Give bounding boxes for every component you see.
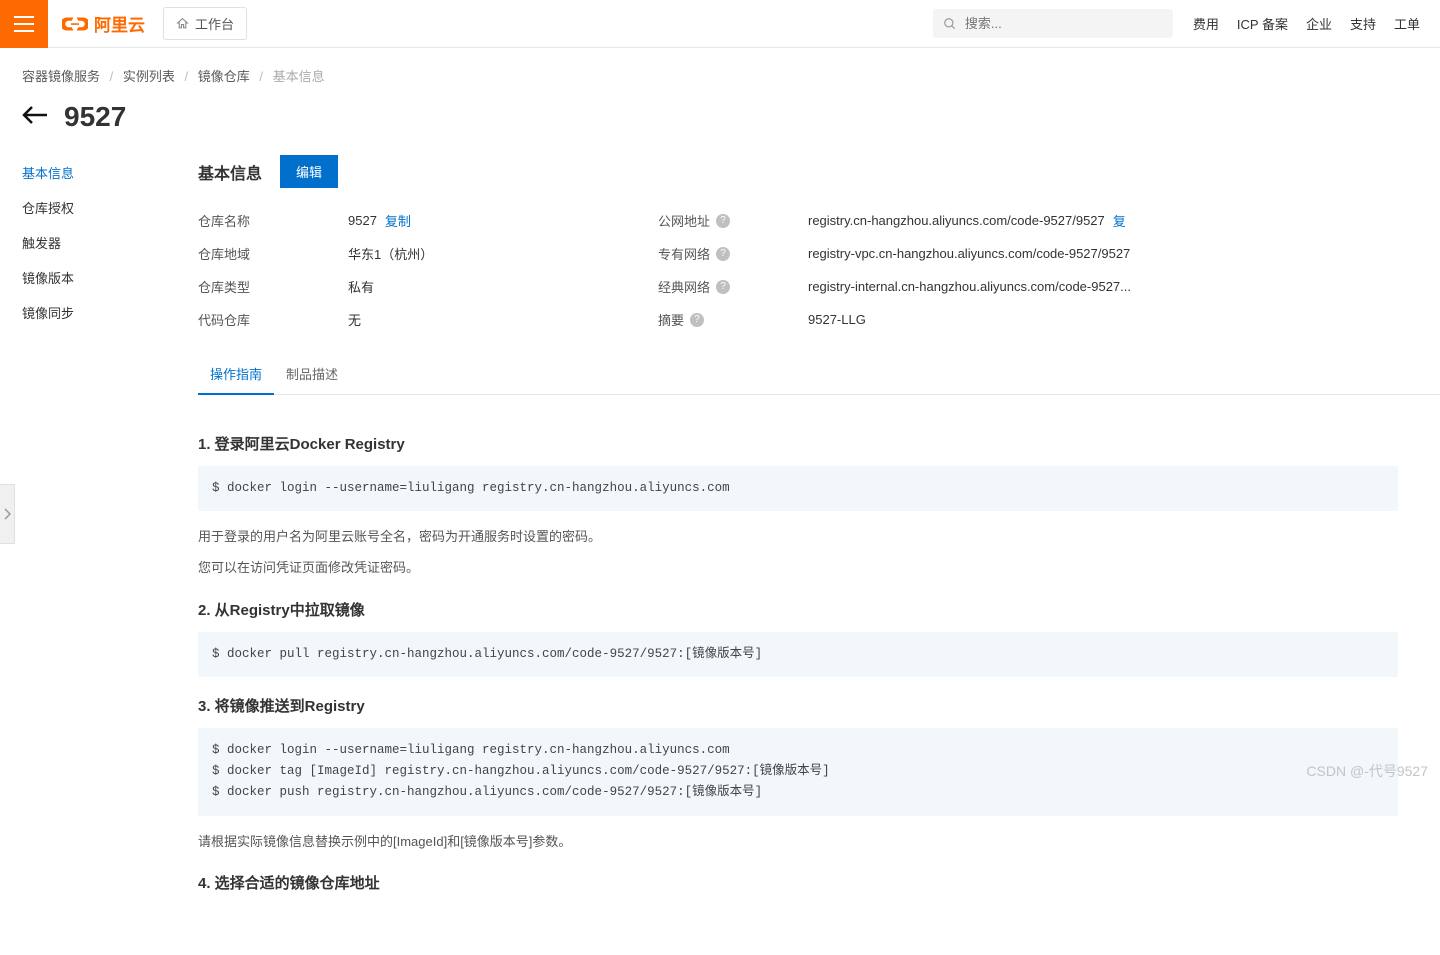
kv-label: 公网地址? [658,211,808,230]
back-arrow-icon[interactable] [22,104,48,130]
kv-value: registry-internal.cn-hangzhou.aliyuncs.c… [808,279,1131,294]
code-block-1: $ docker login --username=liuligang regi… [198,466,1398,511]
nav-enterprise[interactable]: 企业 [1306,14,1332,33]
crumb-2[interactable]: 镜像仓库 [198,69,250,84]
nav-ticket[interactable]: 工单 [1394,14,1420,33]
help-icon[interactable]: ? [716,214,730,228]
brand-logo[interactable]: 阿里云 [62,11,145,37]
help-icon[interactable]: ? [716,247,730,261]
tab-desc[interactable]: 制品描述 [274,354,350,394]
guide-body: 1. 登录阿里云Docker Registry $ docker login -… [198,395,1398,955]
kv-value: 9527-LLG [808,312,866,327]
header-links: 费用 ICP 备案 企业 支持 工单 [1173,14,1440,33]
edit-button[interactable]: 编辑 [280,155,338,188]
section-title: 基本信息 [198,160,262,184]
sidebar-item-trigger[interactable]: 触发器 [22,225,156,260]
kv-value: registry-vpc.cn-hangzhou.aliyuncs.com/co… [808,246,1130,261]
main-content: 基本信息 编辑 仓库名称9527 复制 仓库地域华东1（杭州） 仓库类型私有 代码… [178,155,1440,955]
code-block-3: $ docker login --username=liuligang regi… [198,728,1398,816]
tabs: 操作指南 制品描述 [198,354,1440,395]
search-box[interactable] [933,9,1173,38]
sidebar-item-basic[interactable]: 基本信息 [22,155,156,190]
nav-fee[interactable]: 费用 [1193,14,1219,33]
kv-right-col: 公网地址?registry.cn-hangzhou.aliyuncs.com/c… [658,204,1440,336]
kv-label: 代码仓库 [198,310,348,329]
guide-h-1: 1. 登录阿里云Docker Registry [198,433,1398,454]
sidebar-item-versions[interactable]: 镜像版本 [22,260,156,295]
tab-guide[interactable]: 操作指南 [198,354,274,395]
menu-toggle-button[interactable] [0,0,48,48]
guide-h-3: 3. 将镜像推送到Registry [198,695,1398,716]
hamburger-icon [14,16,34,32]
copy-link[interactable]: 复制 [385,211,411,230]
workbench-label: 工作台 [195,14,234,33]
kv-label: 专有网络? [658,244,808,263]
breadcrumb: 容器镜像服务 / 实例列表 / 镜像仓库 / 基本信息 [0,48,1440,95]
sidebar-item-auth[interactable]: 仓库授权 [22,190,156,225]
kv-value: registry.cn-hangzhou.aliyuncs.com/code-9… [808,213,1105,228]
kv-label: 仓库类型 [198,277,348,296]
page-title: 9527 [64,101,126,133]
kv-label: 摘要? [658,310,808,329]
sidebar: 基本信息 仓库授权 触发器 镜像版本 镜像同步 [0,155,178,955]
drawer-peek-button[interactable] [0,484,15,544]
top-header: 阿里云 工作台 费用 ICP 备案 企业 支持 工单 [0,0,1440,48]
help-icon[interactable]: ? [690,313,704,327]
sidebar-item-sync[interactable]: 镜像同步 [22,295,156,330]
nav-icp[interactable]: ICP 备案 [1237,14,1288,33]
brand-text: 阿里云 [94,11,145,36]
kv-left-col: 仓库名称9527 复制 仓库地域华东1（杭州） 仓库类型私有 代码仓库无 [198,204,618,336]
code-block-2: $ docker pull registry.cn-hangzhou.aliyu… [198,632,1398,677]
kv-label: 经典网络? [658,277,808,296]
aliyun-logo-icon [62,11,88,37]
chevron-right-icon [3,508,11,520]
guide-p-1a: 用于登录的用户名为阿里云账号全名，密码为开通服务时设置的密码。 [198,525,1398,550]
crumb-0[interactable]: 容器镜像服务 [22,69,100,84]
kv-label: 仓库地域 [198,244,348,263]
nav-support[interactable]: 支持 [1350,14,1376,33]
crumb-1[interactable]: 实例列表 [123,69,175,84]
kv-value: 华东1（杭州） [348,244,433,263]
copy-link[interactable]: 复 [1113,211,1126,230]
watermark: CSDN @-代号9527 [1306,761,1428,781]
guide-h-4: 4. 选择合适的镜像仓库地址 [198,872,1398,893]
help-icon[interactable]: ? [716,280,730,294]
kv-value: 私有 [348,277,374,296]
crumb-current: 基本信息 [273,69,325,84]
kv-value: 无 [348,310,361,329]
guide-h-2: 2. 从Registry中拉取镜像 [198,599,1398,620]
kv-value: 9527 [348,213,377,228]
workbench-button[interactable]: 工作台 [163,7,247,40]
guide-p-1b: 您可以在访问凭证页面修改凭证密码。 [198,556,1398,581]
search-icon [943,17,957,31]
search-input[interactable] [965,16,1163,31]
guide-p-3: 请根据实际镜像信息替换示例中的[ImageId]和[镜像版本号]参数。 [198,830,1398,855]
page-title-row: 9527 [0,95,1440,155]
home-icon [176,17,189,30]
kv-label: 仓库名称 [198,211,348,230]
